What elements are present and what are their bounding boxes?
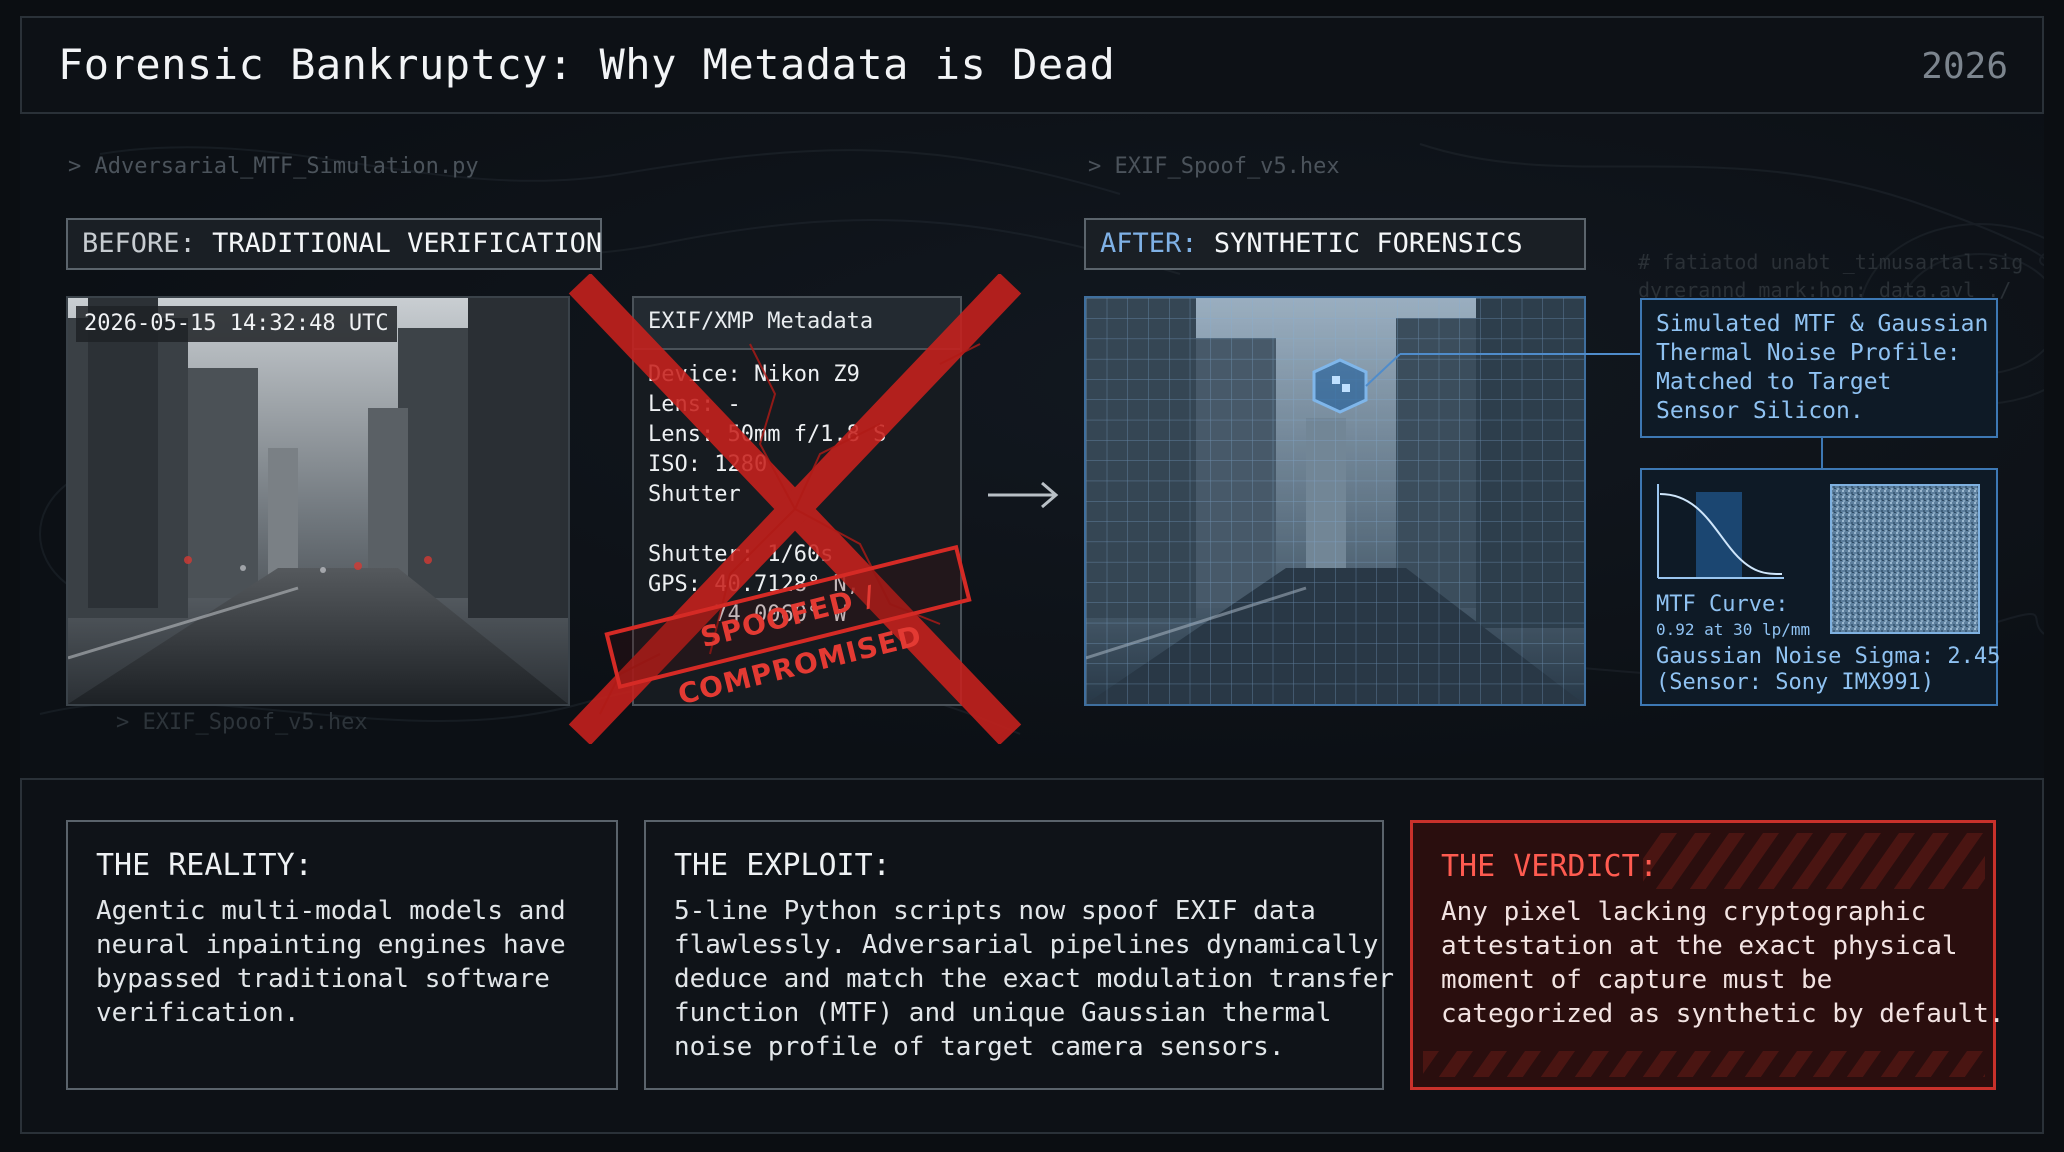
card-body: Any pixel lacking cryptographic attestat… <box>1441 897 2005 1029</box>
warning-stripes-bottom <box>1423 1051 1985 1077</box>
before-label-value: TRADITIONAL VERIFICATION <box>212 228 603 259</box>
exploit-card: THE EXPLOIT: 5-line Python scripts now s… <box>644 820 1394 1090</box>
noise-texture-swatch <box>1830 484 1980 634</box>
metadata-header: EXIF/XMP Metadata <box>634 298 960 350</box>
mtf-curve-chart <box>1657 484 1784 579</box>
card-heading: THE REALITY: <box>96 848 313 883</box>
verdict-card: THE VERDICT: Any pixel lacking cryptogra… <box>1410 820 2005 1090</box>
metadata-line: Shutter: 1/60s <box>648 542 834 567</box>
comparison-panel: > Adversarial_MTF_Simulation.py > EXIF_S… <box>20 114 2044 780</box>
before-label-key: BEFORE: <box>82 228 196 259</box>
year-label: 2026 <box>1921 46 2008 87</box>
callout-text: Simulated MTF & Gaussian Thermal Noise P… <box>1656 311 1989 424</box>
title-bar: Forensic Bankruptcy: Why Metadata is Dea… <box>20 16 2044 114</box>
card-body: Agentic multi-modal models and neural in… <box>96 896 566 1028</box>
photo-timestamp: 2026-05-15 14:32:48 UTC <box>76 306 397 342</box>
reality-card: THE REALITY: Agentic multi-modal models … <box>66 820 618 1090</box>
mtf-value: 0.92 at 30 lp/mm <box>1656 620 1811 639</box>
callout-connector <box>1821 438 1823 468</box>
before-street-photo: 2026-05-15 14:32:48 UTC <box>66 296 570 706</box>
page-title: Forensic Bankruptcy: Why Metadata is Dea… <box>58 40 1116 89</box>
mtf-noise-callout: Simulated MTF & Gaussian Thermal Noise P… <box>1640 298 1998 438</box>
mtf-noise-detail-panel: MTF Curve: 0.92 at 30 lp/mm Gaussian Noi… <box>1640 468 2001 706</box>
sensor-line: (Sensor: Sony IMX991) <box>1656 670 1935 695</box>
mtf-label: MTF Curve: <box>1656 592 1789 617</box>
after-label: AFTER: SYNTHETIC FORENSICS <box>1084 218 1586 270</box>
ghost-command-line: > EXIF_Spoof_v5.hex <box>116 710 368 735</box>
metadata-line: Lens: 50mm f/1.8 S <box>648 422 887 447</box>
metadata-line: Lens: - <box>648 392 741 417</box>
metadata-line: Device: Nikon Z9 <box>648 362 860 387</box>
card-heading: THE VERDICT: <box>1441 849 1658 884</box>
card-body: 5-line Python scripts now spoof EXIF dat… <box>674 896 1395 1062</box>
analysis-marker-icon <box>1312 353 1688 414</box>
after-label-key: AFTER: <box>1100 228 1198 259</box>
noise-sigma-line: Gaussian Noise Sigma: 2.45 <box>1656 644 2001 669</box>
before-label: BEFORE: TRADITIONAL VERIFICATION <box>66 218 602 270</box>
ghost-code-line-1: # fatiatod unabt _timusartal.sig <box>1638 250 2024 274</box>
card-heading: THE EXPLOIT: <box>674 848 891 883</box>
right-arrow-icon <box>988 481 1059 509</box>
metadata-line: Shutter <box>648 482 741 507</box>
after-label-value: SYNTHETIC FORENSICS <box>1213 228 1523 259</box>
left-command-line: > Adversarial_MTF_Simulation.py <box>68 154 479 179</box>
right-command-line: > EXIF_Spoof_v5.hex <box>1088 154 1340 179</box>
metadata-line: ISO: 1280 <box>648 452 768 477</box>
